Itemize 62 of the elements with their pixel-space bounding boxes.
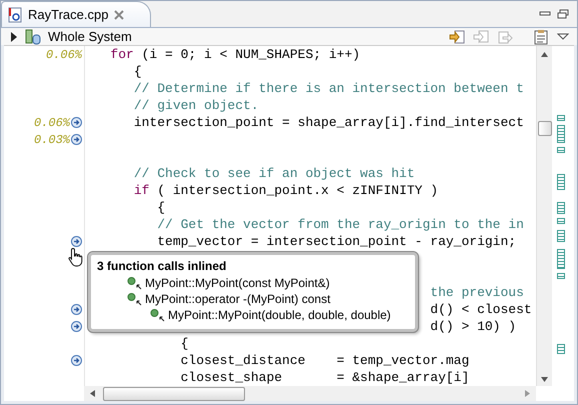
code-line: // Get the vector from the ray_origin to the in: [157, 217, 524, 232]
code-line: d() > 10) ): [430, 319, 516, 334]
code-line: temp_vector = intersection_point - ray_origin;: [157, 234, 516, 249]
dropdown-icon[interactable]: [557, 32, 569, 40]
close-icon[interactable]: [114, 10, 124, 20]
ruler-mark[interactable]: [557, 249, 565, 269]
step-in-icon[interactable]: [473, 28, 489, 44]
code-line: d() < closest: [430, 302, 532, 317]
function-call-icon: [127, 276, 143, 290]
code-line: the previous: [430, 285, 524, 300]
ruler-mark[interactable]: [557, 147, 565, 153]
ruler-mark[interactable]: [557, 273, 565, 279]
scroll-thumb[interactable]: [538, 121, 552, 136]
code-line: closest_distance = temp_vector.mag: [180, 353, 470, 368]
percentage: 0.06%: [46, 48, 82, 62]
inline-marker-icon[interactable]: [71, 134, 82, 145]
scroll-right-icon[interactable]: [525, 390, 530, 397]
code-line: {: [134, 64, 142, 79]
inline-marker-icon[interactable]: [71, 355, 82, 366]
ruler-mark[interactable]: [557, 230, 565, 242]
restore-icon[interactable]: [557, 9, 569, 19]
inline-marker-icon[interactable]: [71, 321, 82, 332]
scroll-up-icon[interactable]: [541, 52, 548, 57]
ruler-mark[interactable]: [557, 174, 565, 190]
expand-icon[interactable]: [10, 32, 18, 42]
code-line: closest_shape = &shape_array[i]: [180, 370, 470, 385]
code-line: // Check to see if an object was hit: [134, 166, 415, 181]
vertical-scrollbar[interactable]: [536, 46, 552, 386]
inline-marker-icon[interactable]: [71, 117, 82, 128]
code-line: // Determine if there is an intersection between t: [134, 81, 524, 96]
ruler-mark[interactable]: [557, 218, 565, 224]
scroll-left-icon[interactable]: [90, 390, 95, 397]
popup-title: 3 function calls inlined: [96, 258, 228, 275]
file-tab[interactable]: RayTrace.cpp: [1, 1, 152, 27]
inline-marker-icon[interactable]: [71, 236, 82, 247]
horizontal-scrollbar[interactable]: [84, 386, 536, 401]
clipboard-icon[interactable]: [533, 28, 549, 44]
code-line: if ( intersection_point.x < zINFINITY ): [134, 183, 438, 198]
code-line: intersection_point = shape_array[i].find_intersect: [134, 115, 524, 130]
system-icon: [25, 28, 41, 44]
ruler-mark[interactable]: [557, 202, 565, 214]
function-call-icon: [127, 292, 143, 306]
function-call[interactable]: MyPoint::MyPoint(const MyPoint&): [145, 276, 330, 290]
import-icon[interactable]: [449, 28, 465, 44]
code-line: for (i = 0; i < NUM_SHAPES; i++): [110, 47, 360, 62]
step-out-icon[interactable]: [497, 28, 513, 44]
ruler-mark[interactable]: [557, 125, 565, 143]
percentage: 0.06%: [34, 116, 70, 130]
function-call-icon: [150, 308, 166, 322]
function-call[interactable]: MyPoint::MyPoint(double, double, double): [168, 308, 391, 322]
ruler-mark[interactable]: [557, 344, 565, 354]
code-line: // given object.: [134, 98, 259, 113]
c-file-icon: [8, 6, 22, 22]
code-line: {: [180, 336, 188, 351]
percentage: 0.03%: [34, 132, 70, 146]
code-line: {: [157, 200, 166, 215]
function-call[interactable]: MyPoint::operator -(MyPoint) const: [145, 292, 330, 306]
system-label: Whole System: [48, 29, 132, 44]
scroll-down-icon[interactable]: [541, 377, 548, 382]
scroll-thumb[interactable]: [103, 386, 245, 400]
inline-marker-icon[interactable]: [71, 304, 82, 315]
ruler-mark[interactable]: [557, 115, 565, 121]
